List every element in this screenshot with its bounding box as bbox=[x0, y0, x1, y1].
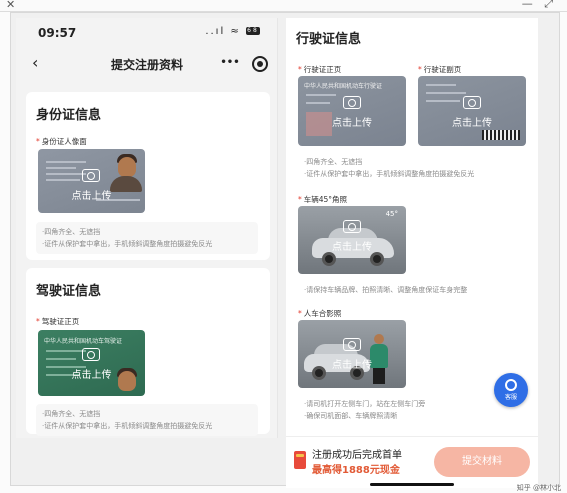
id-card-section: 身份证信息 * 身份证人像面 点击上传 ·四角齐全、无遮挡 ·证件从保护套中拿出，… bbox=[26, 92, 270, 260]
required-star-icon: * bbox=[36, 317, 40, 326]
status-time: 09:57 bbox=[38, 26, 77, 40]
group-photo-upload-area[interactable]: 点击上传 bbox=[298, 320, 406, 388]
id-tips: ·四角齐全、无遮挡 ·证件从保护套中拿出，手机倾斜调整角度拍摄避免反光 bbox=[36, 222, 258, 254]
upload-label: 点击上传 bbox=[332, 118, 372, 129]
required-star-icon: * bbox=[298, 309, 302, 318]
tip-line: ·确保司机面部、车辆牌照清晰 bbox=[304, 412, 398, 420]
watermark-credit: 知乎 @林小北 bbox=[516, 484, 561, 492]
vehicle-card-header: 中华人民共和国机动车行驶证 bbox=[304, 83, 383, 90]
license-section-title: 驾驶证信息 bbox=[36, 284, 102, 299]
home-indicator bbox=[370, 483, 454, 486]
card-text-line bbox=[426, 100, 460, 102]
tip-line: ·四角齐全、无遮挡 bbox=[304, 158, 363, 166]
license-card-header: 中华人民共和国机动车驾驶证 bbox=[44, 338, 123, 345]
vehicle-back-label: * 行驶证副页 bbox=[418, 65, 462, 74]
tip-line: ·证件从保护套中拿出，手机倾斜调整角度拍摄避免反光 bbox=[42, 240, 213, 248]
required-star-icon: * bbox=[418, 65, 422, 74]
card-text-line bbox=[426, 84, 456, 86]
id-field-label: * 身份证人像面 bbox=[36, 137, 87, 146]
tip-line: ·证件从保护套中拿出，手机倾斜调整角度拍摄避免反光 bbox=[304, 170, 475, 178]
camera-icon bbox=[82, 348, 100, 361]
vehicle-license-section: 行驶证信息 * 行驶证正页 * 行驶证副页 中华人民共和国机动车行驶证 点击上传 点… bbox=[286, 18, 538, 488]
service-label: 客服 bbox=[504, 394, 517, 401]
card-text-line bbox=[46, 173, 86, 175]
car45-tips: ·请保持车辆品牌、拍照清晰、调整角度保证车身完整 bbox=[298, 280, 526, 300]
angle-badge: 45° bbox=[385, 210, 398, 218]
car-wheel bbox=[322, 252, 336, 266]
group-photo-label: * 人车合影照 bbox=[298, 309, 342, 318]
car45-upload-area[interactable]: 45° 点击上传 bbox=[298, 206, 406, 274]
battery-icon: 68 bbox=[246, 27, 260, 35]
required-star-icon: * bbox=[298, 65, 302, 74]
window-titlebar: ✕ — ⤢ bbox=[0, 0, 567, 12]
vehicle-section-title: 行驶证信息 bbox=[296, 32, 362, 47]
barcode bbox=[482, 130, 520, 140]
vehicle-card-tips: ·四角齐全、无遮挡 ·证件从保护套中拿出，手机倾斜调整角度拍摄避免反光 bbox=[298, 152, 526, 184]
id-section-title: 身份证信息 bbox=[36, 108, 102, 123]
left-phone-screen: 09:57 ..ıl ≈ 68 ‹ 提交注册资料 ••• 身份证信息 * 身份证人… bbox=[16, 18, 278, 438]
required-star-icon: * bbox=[298, 195, 302, 204]
window-close-button[interactable]: ✕ bbox=[6, 0, 15, 11]
license-field-label: * 驾驶证正页 bbox=[36, 317, 80, 326]
camera-icon bbox=[463, 96, 481, 109]
upload-label: 点击上传 bbox=[71, 370, 112, 381]
status-icons: ..ıl ≈ 68 bbox=[205, 26, 260, 37]
card-text-line bbox=[46, 350, 86, 352]
upload-label: 点击上传 bbox=[332, 242, 372, 253]
tip-line: ·四角齐全、无遮挡 bbox=[42, 228, 101, 236]
window-controls[interactable]: — ⤢ bbox=[522, 0, 557, 11]
more-menu-button[interactable]: ••• bbox=[218, 56, 242, 72]
upload-label: 点击上传 bbox=[452, 118, 492, 129]
vehicle-back-upload-area[interactable]: 点击上传 bbox=[418, 76, 526, 146]
tip-line: ·请司机打开左侧车门，站在左侧车门旁 bbox=[304, 400, 426, 408]
driver-head bbox=[374, 334, 384, 344]
card-text-line bbox=[306, 94, 336, 96]
card-text-line bbox=[426, 92, 466, 94]
card-text-line bbox=[46, 358, 76, 360]
reward-text: 注册成功后完成首单 bbox=[312, 450, 402, 461]
license-upload-area[interactable]: 中华人民共和国机动车驾驶证 点击上传 bbox=[38, 330, 145, 396]
bottom-action-bar: 注册成功后完成首单 最高得1888元现金 提交材料 bbox=[286, 436, 538, 488]
camera-icon bbox=[343, 220, 361, 233]
red-envelope-icon bbox=[294, 451, 306, 469]
camera-icon bbox=[343, 338, 361, 351]
id-upload-area[interactable]: 点击上传 bbox=[38, 149, 145, 213]
group-photo-tips: ·请司机打开左侧车门，站在左侧车门旁 ·确保司机面部、车辆牌照清晰 bbox=[298, 394, 526, 426]
required-star-icon: * bbox=[36, 137, 40, 146]
camera-icon bbox=[82, 169, 100, 182]
car-wheel bbox=[370, 252, 384, 266]
submit-button[interactable]: 提交材料 bbox=[434, 447, 530, 477]
headset-icon bbox=[505, 379, 517, 391]
vehicle-front-label: * 行驶证正页 bbox=[298, 65, 342, 74]
upload-label: 点击上传 bbox=[71, 191, 112, 202]
status-bar: 09:57 ..ıl ≈ 68 bbox=[16, 18, 278, 48]
card-text-line bbox=[46, 161, 86, 163]
card-text-line bbox=[306, 102, 330, 104]
upload-label: 点击上传 bbox=[332, 360, 372, 371]
signal-icon: ..ıl bbox=[205, 26, 226, 37]
nav-bar: ‹ 提交注册资料 ••• bbox=[16, 48, 278, 82]
tip-line: ·四角齐全、无遮挡 bbox=[42, 410, 101, 418]
tip-line: ·请保持车辆品牌、拍照清晰、调整角度保证车身完整 bbox=[304, 286, 468, 294]
vehicle-front-upload-area[interactable]: 中华人民共和国机动车行驶证 点击上传 bbox=[298, 76, 406, 146]
camera-icon bbox=[343, 96, 361, 109]
license-tips: ·四角齐全、无遮挡 ·证件从保护套中拿出，手机倾斜调整角度拍摄避免反光 bbox=[36, 404, 258, 436]
card-text-line bbox=[46, 167, 76, 169]
portrait-face bbox=[118, 157, 136, 177]
close-miniprogram-button[interactable] bbox=[252, 56, 268, 72]
car45-label: * 车辆45°角照 bbox=[298, 195, 348, 204]
card-text-line bbox=[46, 179, 80, 181]
wifi-icon: ≈ bbox=[230, 26, 241, 37]
screenshot-frame: ✕ — ⤢ 09:57 ..ıl ≈ 68 ‹ 提交注册资料 ••• 身份证信息… bbox=[0, 0, 567, 493]
driver-license-section: 驾驶证信息 * 驾驶证正页 中华人民共和国机动车驾驶证 点击上传 ·四角齐全、无遮… bbox=[26, 268, 270, 436]
reward-amount: 最高得1888元现金 bbox=[312, 465, 400, 476]
customer-service-button[interactable]: 客服 bbox=[494, 373, 528, 407]
tip-line: ·证件从保护套中拿出，手机倾斜调整角度拍摄避免反光 bbox=[42, 422, 213, 430]
